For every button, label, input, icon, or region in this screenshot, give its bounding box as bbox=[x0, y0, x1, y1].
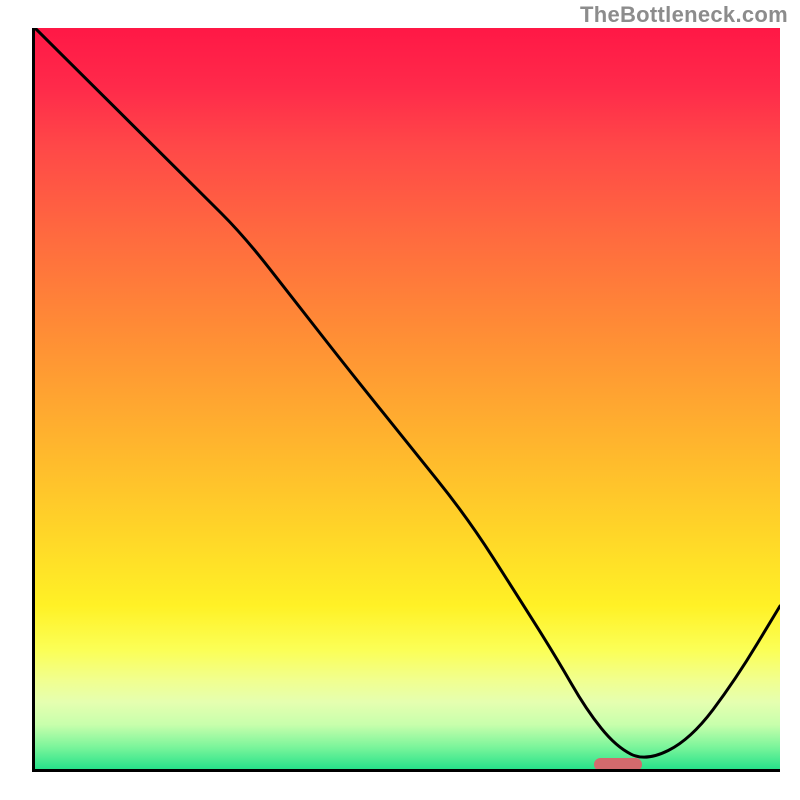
optimal-marker bbox=[594, 758, 642, 771]
curve-path bbox=[35, 28, 780, 757]
chart-area bbox=[32, 28, 780, 772]
watermark-text: TheBottleneck.com bbox=[580, 2, 788, 28]
bottleneck-curve bbox=[35, 28, 780, 769]
